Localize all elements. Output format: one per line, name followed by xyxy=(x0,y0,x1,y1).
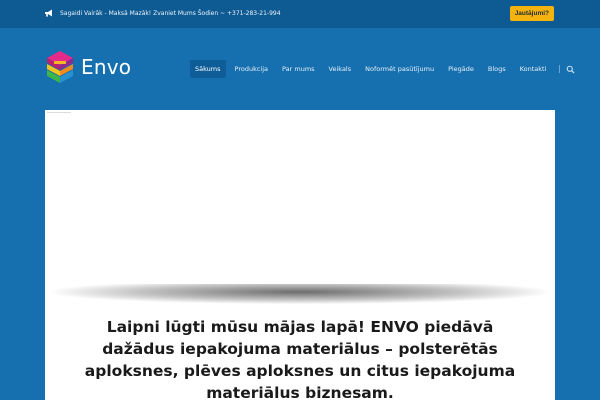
nav-divider xyxy=(559,65,561,73)
stacked-boxes-logo-icon xyxy=(47,51,73,83)
nav-item-kontakti[interactable]: Kontakti xyxy=(515,60,552,78)
nav-item-blogs[interactable]: Blogs xyxy=(483,60,511,78)
nav-item-noformet-pasutijumu[interactable]: Noformēt pasūtījumu xyxy=(360,60,439,78)
nav-item-produkcija[interactable]: Produkcija xyxy=(230,60,274,78)
nav-item-par-mums[interactable]: Par mums xyxy=(277,60,320,78)
top-bar: Sagaidi Vairāk - Maksā Mazāk! Zvaniet Mu… xyxy=(0,0,600,28)
site-header: Envo Sākums Produkcija Par mums Veikals … xyxy=(0,28,600,110)
top-notice: Sagaidi Vairāk - Maksā Mazāk! Zvaniet Mu… xyxy=(44,8,281,18)
main-content: Laipni lūgti mūsu mājas lapā! ENVO piedā… xyxy=(45,110,555,400)
nav-item-sakums[interactable]: Sākums xyxy=(190,60,226,78)
questions-button[interactable]: Jautājumi? xyxy=(509,6,554,21)
welcome-text: Laipni lūgti mūsu mājas lapā! ENVO piedā… xyxy=(84,318,516,400)
top-notice-text: Sagaidi Vairāk - Maksā Mazāk! Zvaniet Mu… xyxy=(60,9,281,17)
logo-text: Envo xyxy=(81,55,132,79)
main-navigation: Sākums Produkcija Par mums Veikals Nofor… xyxy=(190,60,575,78)
nav-item-veikals[interactable]: Veikals xyxy=(324,60,357,78)
nav-item-piegade[interactable]: Piegāde xyxy=(443,60,479,78)
slider-shadow xyxy=(51,284,549,304)
megaphone-icon xyxy=(45,9,52,17)
search-icon[interactable] xyxy=(566,65,575,74)
site-logo[interactable]: Envo xyxy=(44,50,131,84)
slider-placeholder-line xyxy=(47,112,71,113)
